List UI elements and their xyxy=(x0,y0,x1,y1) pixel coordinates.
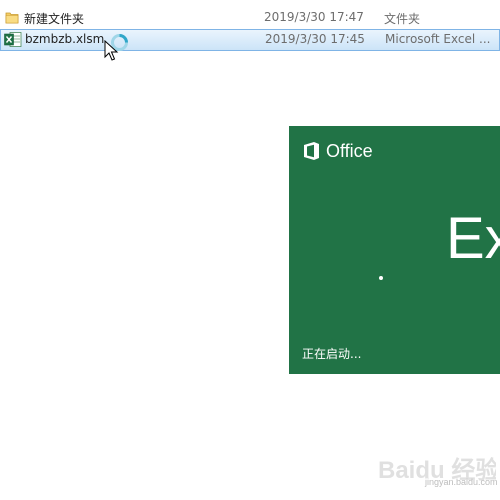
file-row-new-folder[interactable]: 新建文件夹 2019/3/30 17:47 文件夹 xyxy=(0,7,500,28)
file-date: 2019/3/30 17:45 xyxy=(265,32,365,46)
folder-icon xyxy=(5,12,19,24)
screen: 新建文件夹 2019/3/30 17:47 文件夹 bzmbzb.xlsm 20… xyxy=(0,0,500,500)
loading-indicator xyxy=(379,276,383,280)
excel-file-icon xyxy=(4,32,22,47)
office-icon xyxy=(304,142,319,160)
file-name: bzmbzb.xlsm xyxy=(25,32,105,46)
file-date: 2019/3/30 17:47 xyxy=(264,10,364,24)
file-type: Microsoft Excel ... xyxy=(385,32,491,46)
file-name: 新建文件夹 xyxy=(24,12,85,26)
app-name: Ex xyxy=(446,206,500,271)
watermark-sub: jingyan.baidu.com xyxy=(425,477,498,487)
busy-cursor-icon xyxy=(104,40,119,61)
status-text: 正在启动... xyxy=(302,347,362,361)
excel-splash-screen: Office Ex 正在启动... xyxy=(289,126,500,374)
file-row-bzmbzb-xlsm[interactable]: bzmbzb.xlsm 2019/3/30 17:45 Microsoft Ex… xyxy=(0,29,500,51)
file-type: 文件夹 xyxy=(384,12,421,26)
office-brand-text: Office xyxy=(326,141,373,161)
